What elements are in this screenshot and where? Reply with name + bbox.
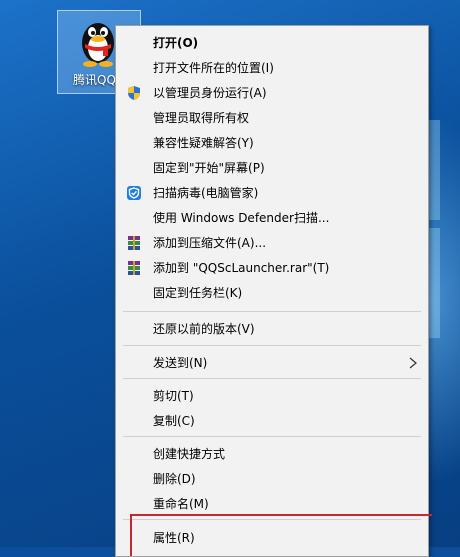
menu-item-label: 以管理员身份运行(A) <box>153 86 267 100</box>
uac-shield-icon <box>128 86 140 100</box>
menu-item-take-ownership[interactable]: 管理员取得所有权 <box>116 106 428 130</box>
menu-separator <box>123 311 421 312</box>
menu-item-label: 还原以前的版本(V) <box>153 322 255 336</box>
menu-item-label: 打开(O) <box>153 36 199 50</box>
menu-item-label: 固定到任务栏(K) <box>153 286 243 300</box>
menu-item-add-to-named-rar[interactable]: 添加到 "QQScLauncher.rar"(T) <box>116 256 428 280</box>
menu-item-delete[interactable]: 删除(D) <box>116 467 428 491</box>
menu-separator <box>123 436 421 437</box>
menu-item-label: 添加到 "QQScLauncher.rar"(T) <box>153 261 330 275</box>
menu-item-label: 剪切(T) <box>153 389 194 403</box>
menu-item-rename[interactable]: 重命名(M) <box>116 492 428 516</box>
menu-item-run-as-admin[interactable]: 以管理员身份运行(A) <box>116 81 428 105</box>
winrar-icon <box>128 236 140 250</box>
menu-item-label: 发送到(N) <box>153 356 208 370</box>
menu-item-label: 添加到压缩文件(A)... <box>153 236 267 250</box>
menu-item-cut[interactable]: 剪切(T) <box>116 384 428 408</box>
menu-item-label: 扫描病毒(电脑管家) <box>153 186 259 200</box>
menu-item-create-shortcut[interactable]: 创建快捷方式 <box>116 442 428 466</box>
menu-item-restore-previous-versions[interactable]: 还原以前的版本(V) <box>116 317 428 341</box>
menu-item-defender-scan[interactable]: 使用 Windows Defender扫描... <box>116 206 428 230</box>
menu-item-troubleshoot-compatibility[interactable]: 兼容性疑难解答(Y) <box>116 131 428 155</box>
menu-item-send-to[interactable]: 发送到(N) <box>116 351 428 375</box>
menu-item-pin-to-start[interactable]: 固定到"开始"屏幕(P) <box>116 156 428 180</box>
properties-highlight-box <box>130 514 432 556</box>
menu-item-label: 打开文件所在的位置(I) <box>153 61 274 75</box>
menu-item-label: 管理员取得所有权 <box>153 111 250 125</box>
winrar-icon <box>128 261 140 275</box>
menu-separator <box>123 345 421 346</box>
menu-item-label: 兼容性疑难解答(Y) <box>153 136 254 150</box>
chevron-right-icon <box>409 357 417 369</box>
menu-item-add-to-archive[interactable]: 添加到压缩文件(A)... <box>116 231 428 255</box>
qq-penguin-icon <box>82 23 114 67</box>
tencent-pc-manager-icon <box>127 186 141 200</box>
menu-item-label: 删除(D) <box>153 472 196 486</box>
menu-separator <box>123 378 421 379</box>
menu-item-open[interactable]: 打开(O) <box>116 31 428 55</box>
menu-item-copy[interactable]: 复制(C) <box>116 409 428 433</box>
context-menu: 打开(O) 打开文件所在的位置(I) 以管理员身份运行(A) 管理员取得所有权 … <box>115 25 432 557</box>
menu-item-open-file-location[interactable]: 打开文件所在的位置(I) <box>116 56 428 80</box>
menu-item-label: 创建快捷方式 <box>153 447 226 461</box>
menu-item-label: 重命名(M) <box>153 497 209 511</box>
menu-item-label: 使用 Windows Defender扫描... <box>153 211 330 225</box>
menu-item-pin-to-taskbar[interactable]: 固定到任务栏(K) <box>116 281 428 305</box>
menu-item-label: 复制(C) <box>153 414 195 428</box>
menu-item-label: 固定到"开始"屏幕(P) <box>153 161 265 175</box>
menu-item-scan-virus[interactable]: 扫描病毒(电脑管家) <box>116 181 428 205</box>
